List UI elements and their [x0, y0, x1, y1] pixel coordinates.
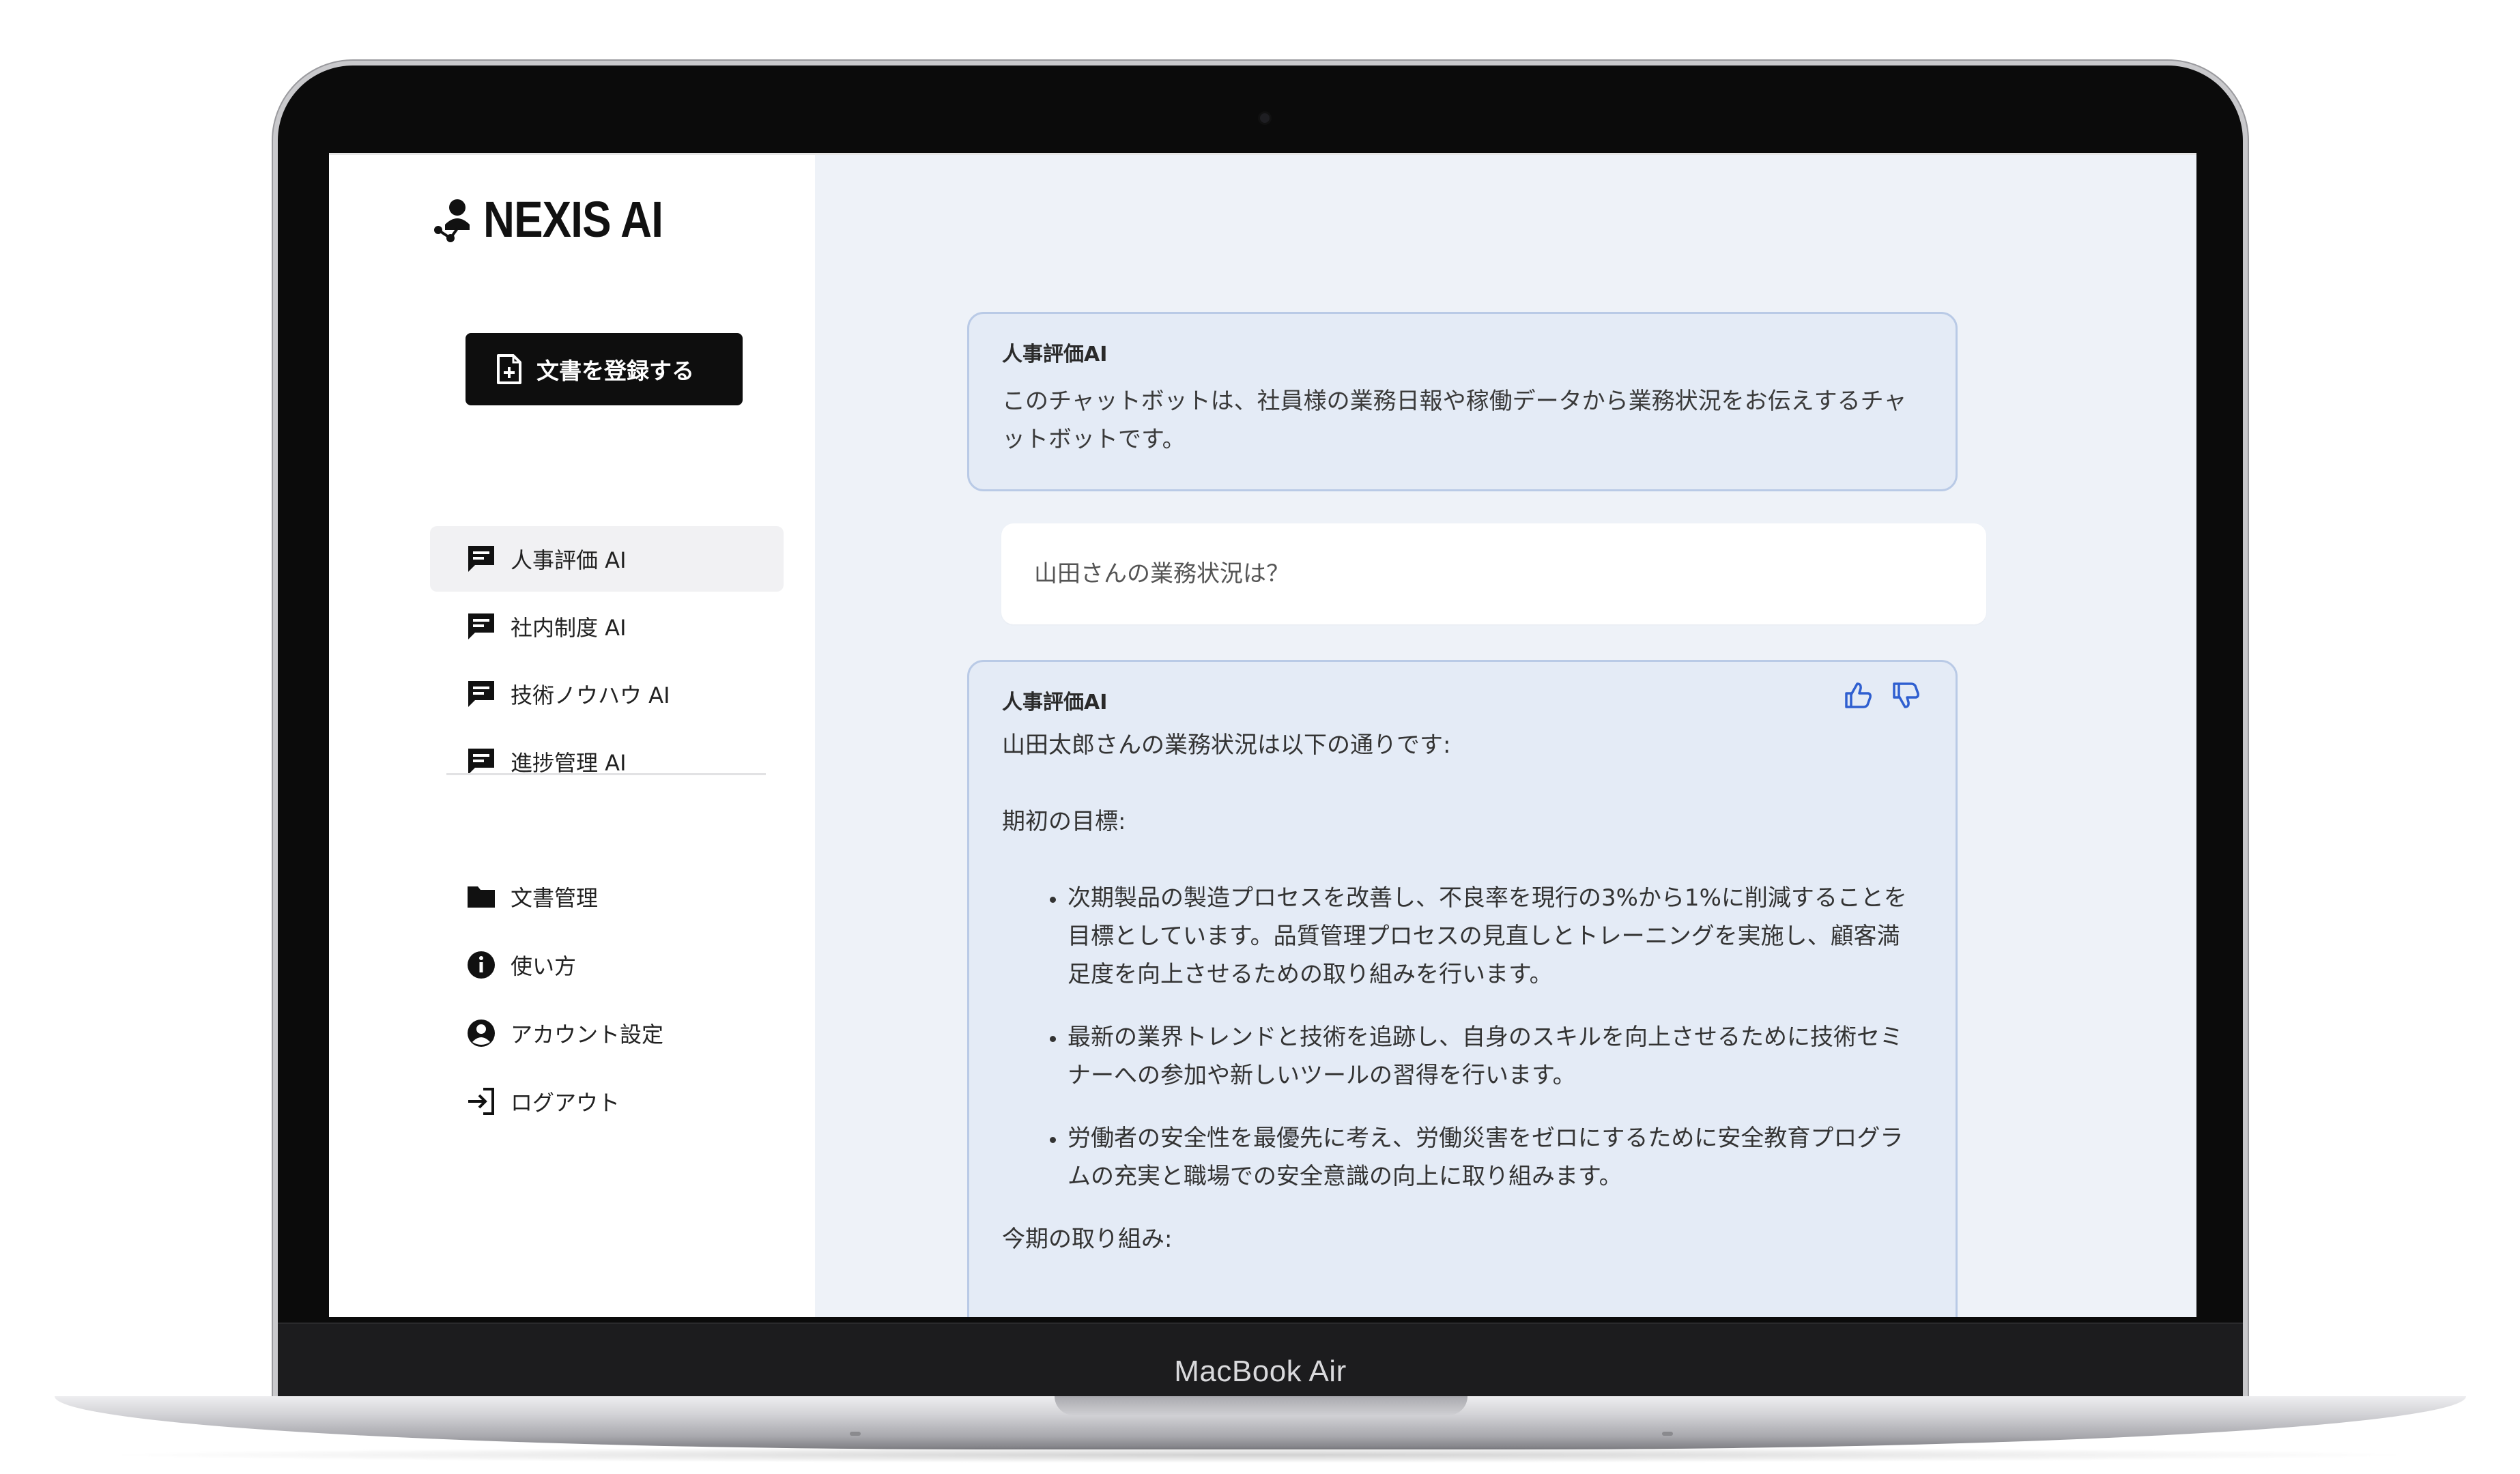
- sidebar-item-label: 技術ノウハウ AI: [511, 682, 670, 708]
- answer-lead: 山田太郎さんの業務状況は以下の通りです:: [1002, 732, 1451, 759]
- intro-text: このチャットボットは、社員様の業務日報や稼働データから業務状況をお伝えするチャッ…: [1002, 388, 1907, 453]
- laptop-foot: [1662, 1432, 1673, 1436]
- answer-section-title: 今期の取り組み:: [1002, 1226, 1173, 1253]
- chat-icon: [468, 546, 494, 572]
- user-question-text: 山田さんの業務状況は？: [1034, 560, 1289, 588]
- sidebar-item-account-settings[interactable]: アカウント設定: [430, 1000, 784, 1066]
- sidebar-item-company-policy-ai[interactable]: 社内制度 AI: [430, 594, 784, 659]
- sidebar-item-how-to-use[interactable]: 使い方: [430, 932, 784, 998]
- sidebar-item-hr-evaluation-ai[interactable]: 人事評価 AI: [430, 526, 784, 592]
- sidebar: NEXIS AI 文書を登録する 人事評価 AI 社内制度 AI 技術ノウハウ …: [329, 153, 815, 1317]
- sidebar-item-logout[interactable]: ログアウト: [430, 1069, 784, 1134]
- sidebar-item-label: 文書管理: [511, 885, 599, 911]
- sidebar-item-progress-management-ai[interactable]: 進捗管理 AI: [430, 729, 784, 794]
- answer-section-title: 期初の目標:: [1002, 808, 1126, 835]
- thumbs-down-icon[interactable]: [1890, 680, 1921, 711]
- register-document-button[interactable]: 文書を登録する: [466, 333, 743, 405]
- nexis-logo-icon: [434, 199, 470, 242]
- register-button-label: 文書を登録する: [536, 358, 694, 384]
- sidebar-item-document-management[interactable]: 文書管理: [430, 864, 784, 929]
- sidebar-item-label: ログアウト: [511, 1090, 620, 1116]
- brand-name: NEXIS AI: [483, 191, 663, 248]
- list-item: 労働者の安全性を最優先に考え、労働災害をゼロにするために安全教育プログラムの充実…: [1066, 1119, 1923, 1196]
- chatbot-answer-message: 人事評価AI 山田太郎さんの業務状況は以下の通りです: 期初の目標: 次期製品の…: [967, 660, 1958, 1317]
- chat-icon: [468, 613, 494, 639]
- bot-name: 人事評価AI: [1002, 691, 1108, 714]
- info-icon: [468, 951, 495, 979]
- sidebar-item-tech-knowhow-ai[interactable]: 技術ノウハウ AI: [430, 661, 784, 727]
- laptop-lid: NEXIS AI 文書を登録する 人事評価 AI 社内制度 AI 技術ノウハウ …: [278, 66, 2243, 1410]
- laptop-base: [55, 1396, 2466, 1449]
- folder-icon: [468, 886, 495, 908]
- chat-panel: 人事評価AI このチャットボットは、社員様の業務日報や稼働データから業務状況をお…: [815, 153, 2196, 1317]
- sidebar-item-label: 使い方: [511, 953, 577, 979]
- logout-icon: [468, 1088, 494, 1115]
- brand-logo[interactable]: NEXIS AI: [429, 190, 692, 248]
- laptop-foot: [850, 1432, 861, 1436]
- feedback-buttons: [1842, 680, 1921, 711]
- sidebar-item-label: 人事評価 AI: [511, 547, 627, 573]
- list-item: 次期製品の製造プロセスを改善し、不良率を現行の3%から1%に削減することを目標と…: [1066, 879, 1923, 994]
- lid-opening-notch: [1055, 1396, 1467, 1415]
- app-screen: NEXIS AI 文書を登録する 人事評価 AI 社内制度 AI 技術ノウハウ …: [329, 153, 2196, 1317]
- device-model-label: MacBook Air: [1174, 1355, 1347, 1388]
- sidebar-item-label: 社内制度 AI: [511, 615, 627, 641]
- laptop-shadow: [96, 1447, 2423, 1463]
- sidebar-divider: [446, 773, 766, 775]
- bot-name: 人事評価AI: [1002, 343, 1108, 366]
- file-add-icon: [497, 354, 521, 384]
- user-message: 山田さんの業務状況は？: [1001, 523, 1986, 624]
- thumbs-up-icon[interactable]: [1842, 680, 1874, 711]
- list-item: 最新の業界トレンドと技術を追跡し、自身のスキルを向上させるために技術セミナーへの…: [1066, 1018, 1923, 1095]
- chat-icon: [468, 681, 494, 707]
- answer-goal-list: 次期製品の製造プロセスを改善し、不良率を現行の3%から1%に削減することを目標と…: [1002, 879, 1923, 1196]
- account-icon: [468, 1020, 495, 1047]
- chatbot-intro-message: 人事評価AI このチャットボットは、社員様の業務日報や稼働データから業務状況をお…: [967, 312, 1958, 491]
- webcam-dot: [1260, 113, 1270, 123]
- sidebar-item-label: アカウント設定: [511, 1022, 664, 1047]
